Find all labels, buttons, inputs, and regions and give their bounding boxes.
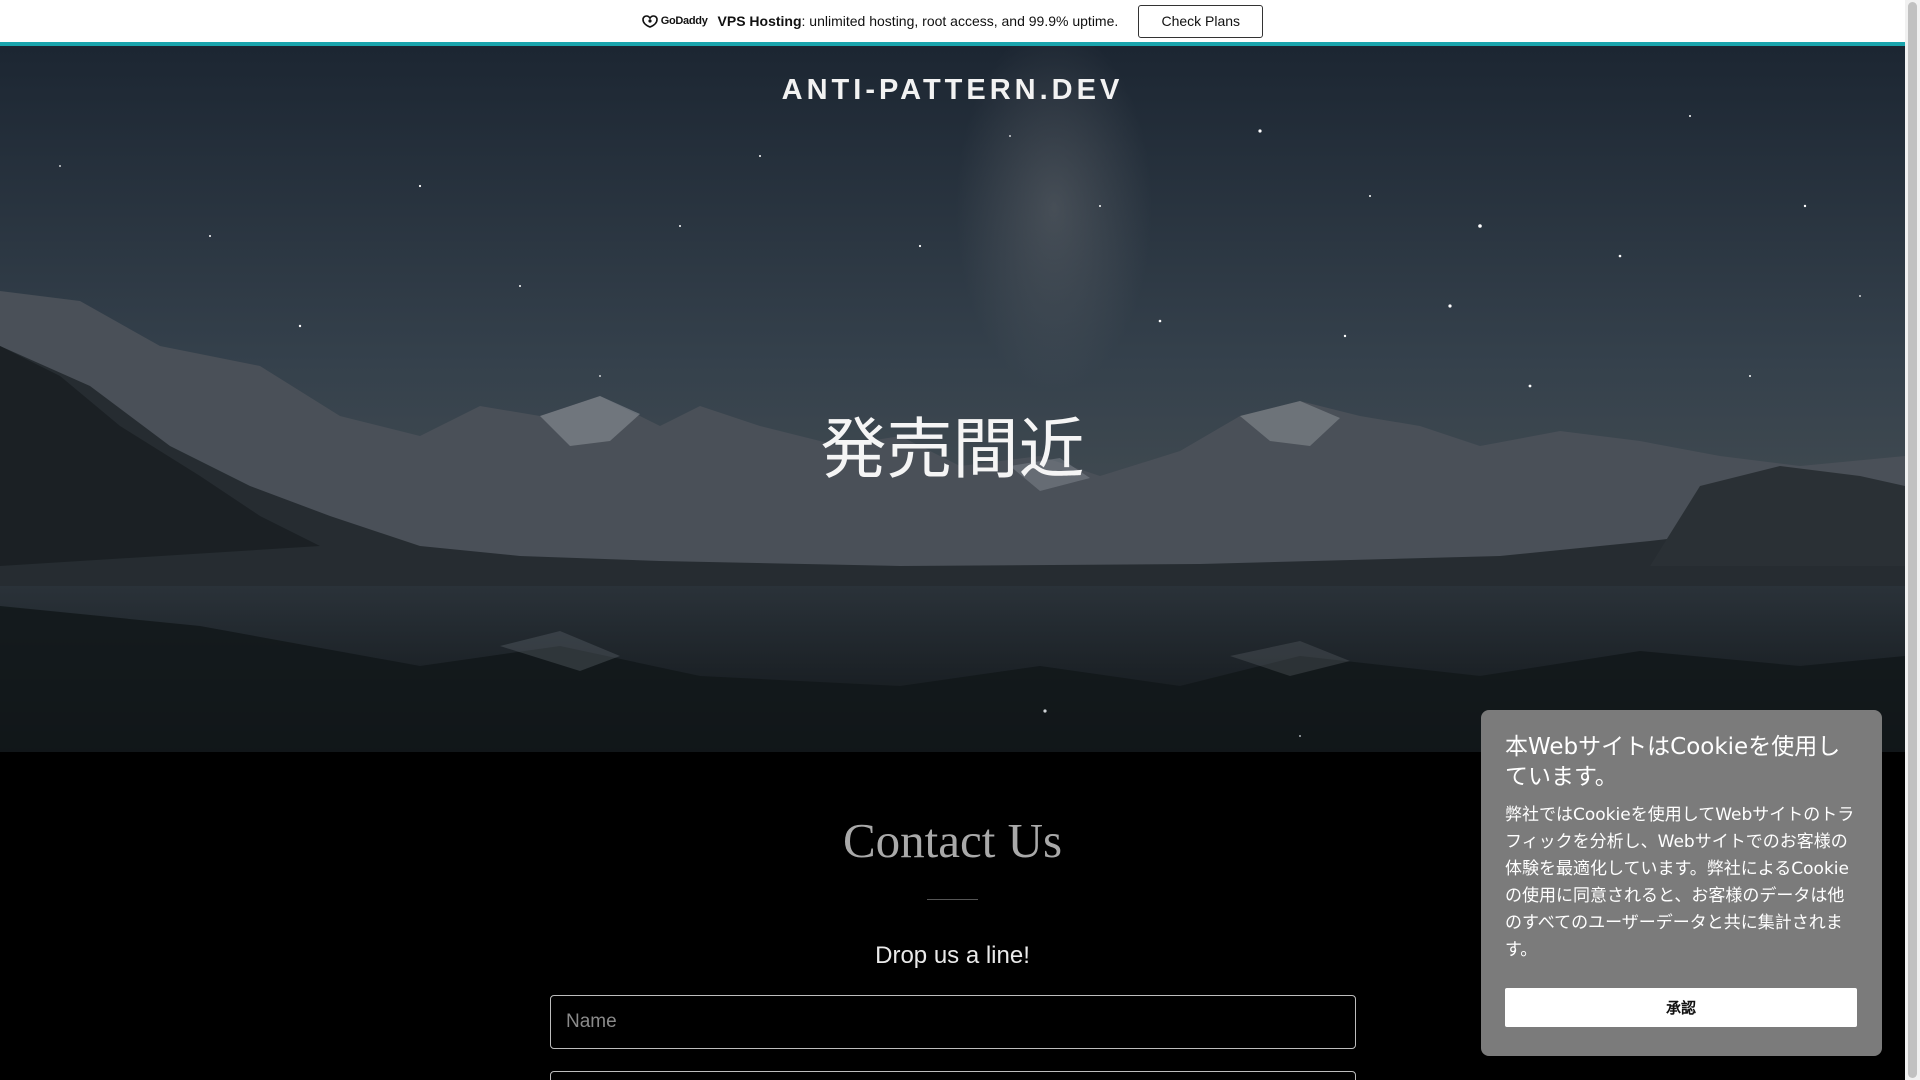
contact-divider: [927, 899, 978, 900]
godaddy-logo: GoDaddy: [641, 14, 708, 28]
email-field[interactable]: [550, 1071, 1356, 1080]
hero-section: ANTI-PATTERN.DEV 発売間近: [0, 46, 1905, 752]
cookie-title: 本WebサイトはCookieを使用しています。: [1505, 734, 1841, 790]
page: GoDaddy VPS Hosting: unlimited hosting, …: [0, 0, 1920, 1080]
check-plans-button[interactable]: Check Plans: [1138, 4, 1264, 38]
scrollbar[interactable]: [1905, 0, 1920, 1080]
site-title[interactable]: ANTI-PATTERN.DEV: [0, 74, 1905, 107]
name-input[interactable]: [550, 995, 1356, 1049]
promo-message: : unlimited hosting, root access, and 99…: [801, 13, 1119, 29]
godaddy-wordmark: GoDaddy: [660, 15, 708, 27]
hero-heading: 発売間近: [820, 411, 1085, 488]
promo-product: VPS Hosting: [717, 13, 802, 29]
cookie-accept-button[interactable]: 承認: [1505, 988, 1857, 1027]
promo-bar: GoDaddy VPS Hosting: unlimited hosting, …: [0, 0, 1905, 46]
promo-text: VPS Hosting: unlimited hosting, root acc…: [718, 13, 1119, 29]
godaddy-icon: [641, 14, 658, 28]
scrollbar-thumb[interactable]: [1908, 2, 1917, 1078]
cookie-banner: 本WebサイトはCookieを使用しています。 弊社ではCookieを使用してW…: [1481, 710, 1882, 1056]
cookie-body: 弊社ではCookieを使用してWebサイトのトラフィックを分析し、Webサイトで…: [1505, 805, 1855, 960]
